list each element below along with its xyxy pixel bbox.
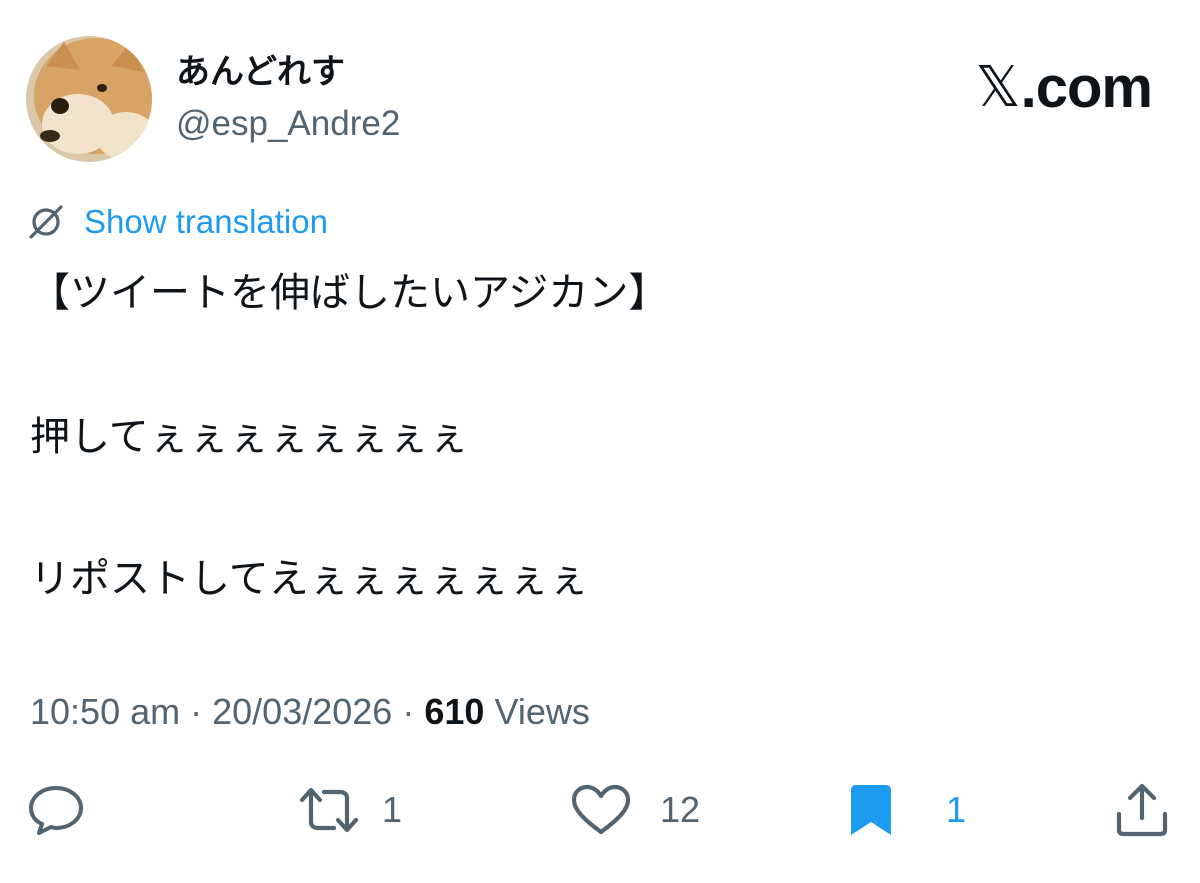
x-com-logo: 𝕏 .com [975, 55, 1154, 120]
meta-separator: · [190, 691, 203, 732]
tweet-time[interactable]: 10:50 am [30, 691, 180, 732]
avatar-shiba-image [26, 36, 152, 162]
author-handle[interactable]: @esp_Andre2 [176, 104, 400, 144]
repost-button[interactable]: 1 [296, 784, 402, 836]
x-logo-icon: 𝕏 [975, 55, 1021, 120]
tweet-meta: 10:50 am · 20/03/2026 · 610 Views [30, 690, 590, 734]
show-translation-button[interactable]: Show translation [26, 200, 328, 244]
like-count: 12 [660, 789, 701, 830]
repost-icon [299, 787, 359, 833]
translate-globe-icon [29, 205, 63, 239]
avatar[interactable] [26, 36, 152, 162]
brand-domain: .com [1020, 55, 1153, 120]
meta-separator: · [402, 691, 415, 732]
share-icon [1116, 783, 1168, 837]
repost-count: 1 [382, 789, 403, 830]
author-display-name[interactable]: あんどれす [176, 52, 345, 92]
bookmark-count: 1 [946, 789, 967, 830]
bookmark-icon [851, 785, 891, 835]
tweet-text-line: 【ツイートを伸ばしたいアジカン】 [30, 270, 669, 316]
tweet-text-line: 押してぇぇぇぇぇぇぇぇ [30, 414, 469, 460]
tweet-date[interactable]: 20/03/2026 [212, 691, 392, 732]
reply-icon [29, 786, 83, 835]
reply-button[interactable] [26, 784, 86, 836]
share-button[interactable] [1114, 783, 1170, 837]
show-translation-label: Show translation [84, 203, 328, 240]
like-button[interactable]: 12 [570, 784, 700, 836]
tweet-text-line: リポストしてえぇぇぇぇぇぇぇ [30, 556, 589, 602]
bookmark-button[interactable]: 1 [848, 784, 966, 836]
heart-icon [571, 784, 631, 835]
views-count: 610 [424, 691, 485, 732]
views-label: Views [494, 691, 590, 732]
